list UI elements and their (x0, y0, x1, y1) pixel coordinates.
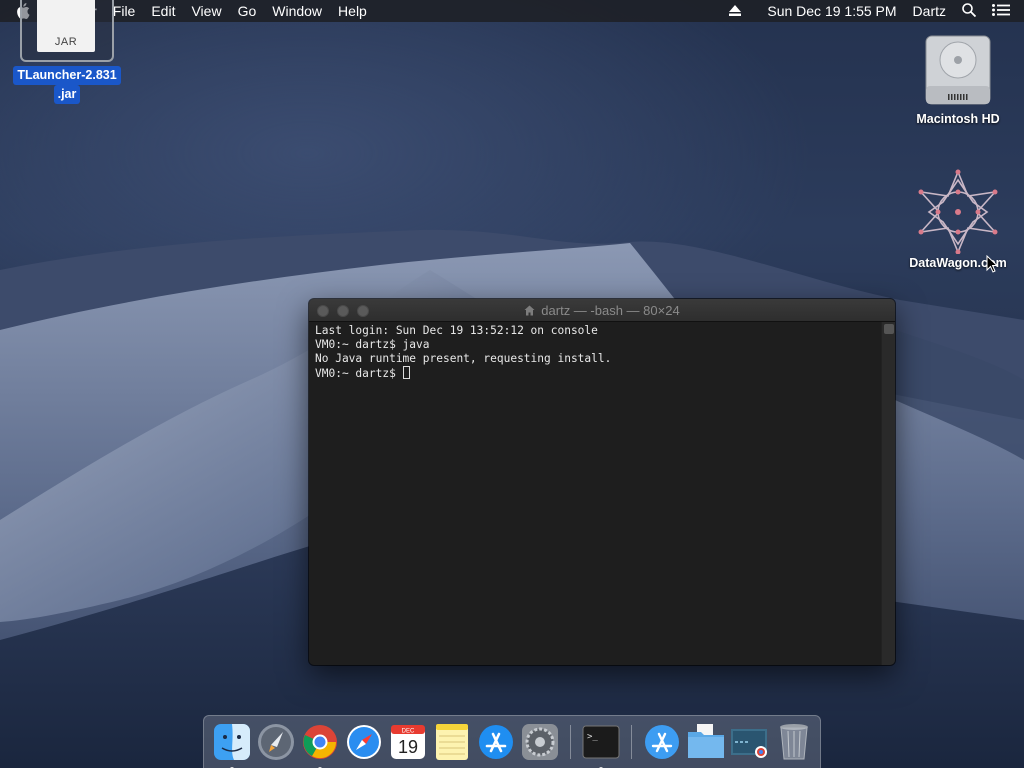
applications-folder-icon (645, 725, 679, 759)
zoom-button[interactable] (357, 305, 369, 317)
jar-file-icon: JAR (37, 0, 95, 52)
app-store-icon (479, 725, 513, 759)
dock-downloads-folder[interactable] (730, 722, 770, 762)
trash-icon (780, 724, 808, 760)
calendar-month: DEC (402, 729, 415, 735)
dock-separator (631, 725, 632, 759)
terminal-icon: >_ (582, 725, 620, 759)
menu-help[interactable]: Help (330, 3, 375, 19)
menu-view[interactable]: View (183, 3, 229, 19)
window-controls (317, 305, 369, 317)
terminal-scrollbar[interactable] (881, 322, 895, 665)
macintosh-hd-label: Macintosh HD (916, 112, 1000, 126)
dock-terminal[interactable]: >_ (581, 722, 621, 768)
home-folder-icon (524, 305, 535, 315)
dock-launchpad[interactable] (256, 722, 296, 762)
dock-chrome[interactable] (300, 722, 340, 768)
dock-system-preferences[interactable] (520, 722, 560, 762)
system-preferences-icon (522, 724, 558, 760)
terminal-titlebar[interactable]: dartz — -bash — 80×24 (309, 299, 895, 322)
dock-calendar[interactable]: DEC 19 (388, 722, 428, 762)
downloads-folder-icon (731, 729, 767, 758)
jar-icon-text: JAR (54, 36, 78, 48)
dock-finder[interactable] (212, 722, 252, 768)
minimize-button[interactable] (337, 305, 349, 317)
jar-label-line2: .jar (53, 85, 81, 104)
dock-separator (570, 725, 571, 759)
finder-icon (214, 724, 250, 760)
dock-trash[interactable] (774, 722, 814, 762)
notification-center-icon[interactable] (984, 3, 1024, 19)
terminal-title: dartz — -bash — 80×24 (524, 302, 680, 318)
dock-notes[interactable] (432, 722, 472, 762)
eject-icon[interactable] (721, 3, 759, 19)
dock: DEC 19 >_ (203, 715, 821, 768)
desktop-icon-datawagon[interactable]: DataWagon.com (898, 168, 1018, 273)
menu-edit[interactable]: Edit (143, 3, 183, 19)
dock-app-store[interactable] (476, 722, 516, 762)
chrome-icon (303, 725, 337, 759)
hard-drive-icon (922, 30, 994, 110)
terminal-line: VM0:~ dartz$ java (315, 338, 430, 351)
notes-icon (436, 724, 468, 760)
mouse-pointer-icon (986, 255, 998, 273)
desktop-icon-macintosh-hd[interactable]: Macintosh HD (898, 30, 1018, 129)
terminal-prompt-line[interactable]: VM0:~ dartz$ (315, 366, 875, 381)
terminal-line: Last login: Sun Dec 19 13:52:12 on conso… (315, 324, 598, 337)
svg-text:>_: >_ (587, 732, 598, 742)
text-cursor (402, 366, 410, 379)
terminal-line: No Java runtime present, requesting inst… (315, 352, 612, 365)
calendar-day: 19 (398, 737, 418, 757)
scrollbar-thumb[interactable] (884, 324, 894, 334)
dock-applications-folder[interactable] (642, 722, 682, 762)
menubar-user[interactable]: Dartz (905, 3, 954, 19)
dock-safari[interactable] (344, 722, 384, 762)
safari-icon (347, 725, 381, 759)
menu-go[interactable]: Go (230, 3, 265, 19)
terminal-output[interactable]: Last login: Sun Dec 19 13:52:12 on conso… (309, 322, 881, 665)
spotlight-search-icon[interactable] (954, 2, 984, 20)
terminal-title-text: dartz — -bash — 80×24 (541, 302, 680, 318)
dock-documents-folder[interactable] (686, 722, 726, 762)
terminal-window[interactable]: dartz — -bash — 80×24 Last login: Sun De… (309, 299, 895, 665)
datawagon-logo-icon (915, 168, 1001, 255)
jar-label-line1: TLauncher-2.831 (13, 66, 121, 85)
menu-bar: Finder File Edit View Go Window Help Sun… (0, 0, 1024, 22)
close-button[interactable] (317, 305, 329, 317)
terminal-prompt: VM0:~ dartz$ (315, 367, 403, 380)
calendar-icon: DEC 19 (391, 725, 425, 759)
documents-folder-icon (688, 724, 724, 758)
menu-window[interactable]: Window (264, 3, 330, 19)
menubar-clock[interactable]: Sun Dec 19 1:55 PM (759, 3, 904, 19)
jar-label[interactable]: TLauncher-2.831 .jar (6, 66, 128, 104)
launchpad-icon (258, 724, 294, 760)
